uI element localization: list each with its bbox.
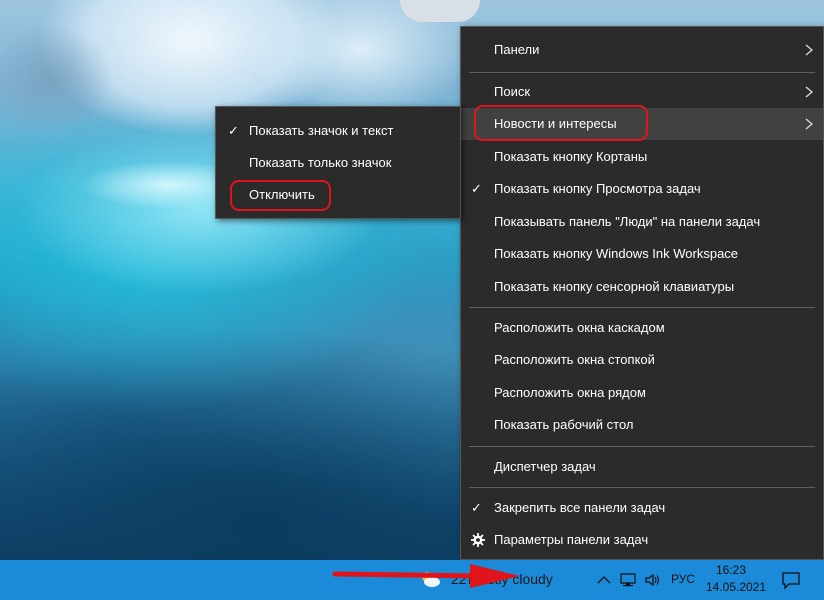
menu-item-show-touch-keyboard[interactable]: Показать кнопку сенсорной клавиатуры (461, 271, 823, 303)
menu-item-cascade-windows[interactable]: Расположить окна каскадом (461, 312, 823, 344)
menu-item-stack-windows[interactable]: Расположить окна стопкой (461, 344, 823, 376)
checkmark-icon: ✓ (228, 123, 239, 138)
menu-item-label: Закрепить все панели задач (494, 500, 666, 515)
chevron-right-icon (805, 118, 814, 130)
iceberg-shadow (0, 20, 130, 160)
annotation-arrow (332, 564, 520, 588)
menu-item-label: Показать кнопку Просмотра задач (494, 181, 701, 196)
menu-item-show-desktop[interactable]: Показать рабочий стол (461, 409, 823, 441)
submenu-item-show-icon-and-text[interactable]: ✓ Показать значок и текст (216, 115, 460, 147)
menu-item-label: Показать рабочий стол (494, 417, 634, 432)
clock-time: 16:23 (715, 563, 747, 577)
submenu-item-show-icon-only[interactable]: Показать только значок (216, 147, 460, 179)
chevron-right-icon (805, 86, 814, 98)
checkmark-icon: ✓ (471, 181, 482, 196)
annotation-highlight-news (474, 105, 648, 141)
menu-item-label: Поиск (494, 84, 531, 99)
menu-item-label: Расположить окна каскадом (494, 320, 665, 335)
cloud (400, 0, 480, 22)
menu-item-taskbar-settings[interactable]: Параметры панели задач (461, 524, 823, 556)
menu-item-task-manager[interactable]: Диспетчер задач (461, 451, 823, 483)
menu-item-search[interactable]: Поиск (461, 76, 823, 108)
menu-item-label: Показать кнопку Кортаны (494, 149, 648, 164)
annotation-highlight-turn-off (230, 180, 331, 211)
menu-separator (469, 446, 815, 447)
menu-item-label: Диспетчер задач (494, 459, 596, 474)
menu-item-label: Расположить окна стопкой (494, 352, 655, 367)
menu-item-show-cortana[interactable]: Показать кнопку Кортаны (461, 141, 823, 173)
menu-item-panels[interactable]: Панели (461, 34, 823, 66)
menu-separator (469, 72, 815, 73)
action-center-icon[interactable] (781, 570, 801, 590)
menu-item-show-ink-workspace[interactable]: Показать кнопку Windows Ink Workspace (461, 238, 823, 270)
menu-item-label: Параметры панели задач (494, 532, 649, 547)
menu-separator (469, 487, 815, 488)
menu-item-label: Показывать панель "Люди" на панели задач (494, 214, 761, 229)
input-language-indicator[interactable]: РУС (671, 572, 695, 586)
menu-item-show-task-view[interactable]: ✓ Показать кнопку Просмотра задач (461, 173, 823, 205)
menu-item-label: Расположить окна рядом (494, 385, 646, 400)
menu-item-label: Панели (494, 42, 540, 57)
chevron-right-icon (805, 44, 814, 56)
network-icon[interactable] (620, 572, 636, 588)
volume-icon[interactable] (644, 572, 660, 588)
menu-separator (469, 307, 815, 308)
menu-item-label: Показать значок и текст (249, 123, 394, 138)
menu-item-label: Показать кнопку Windows Ink Workspace (494, 246, 739, 261)
checkmark-icon: ✓ (471, 500, 482, 515)
menu-item-label: Показать кнопку сенсорной клавиатуры (494, 279, 735, 294)
menu-item-label: Показать только значок (249, 155, 392, 170)
menu-item-lock-taskbars[interactable]: ✓ Закрепить все панели задач (461, 492, 823, 524)
chevron-up-icon[interactable] (596, 572, 612, 588)
gear-icon (471, 533, 485, 547)
clock-date: 14.05.2021 (706, 580, 767, 594)
menu-item-show-people[interactable]: Показывать панель "Люди" на панели задач (461, 206, 823, 238)
clock[interactable]: 16:23 14.05.2021 (706, 562, 767, 596)
menu-item-side-by-side[interactable]: Расположить окна рядом (461, 377, 823, 409)
